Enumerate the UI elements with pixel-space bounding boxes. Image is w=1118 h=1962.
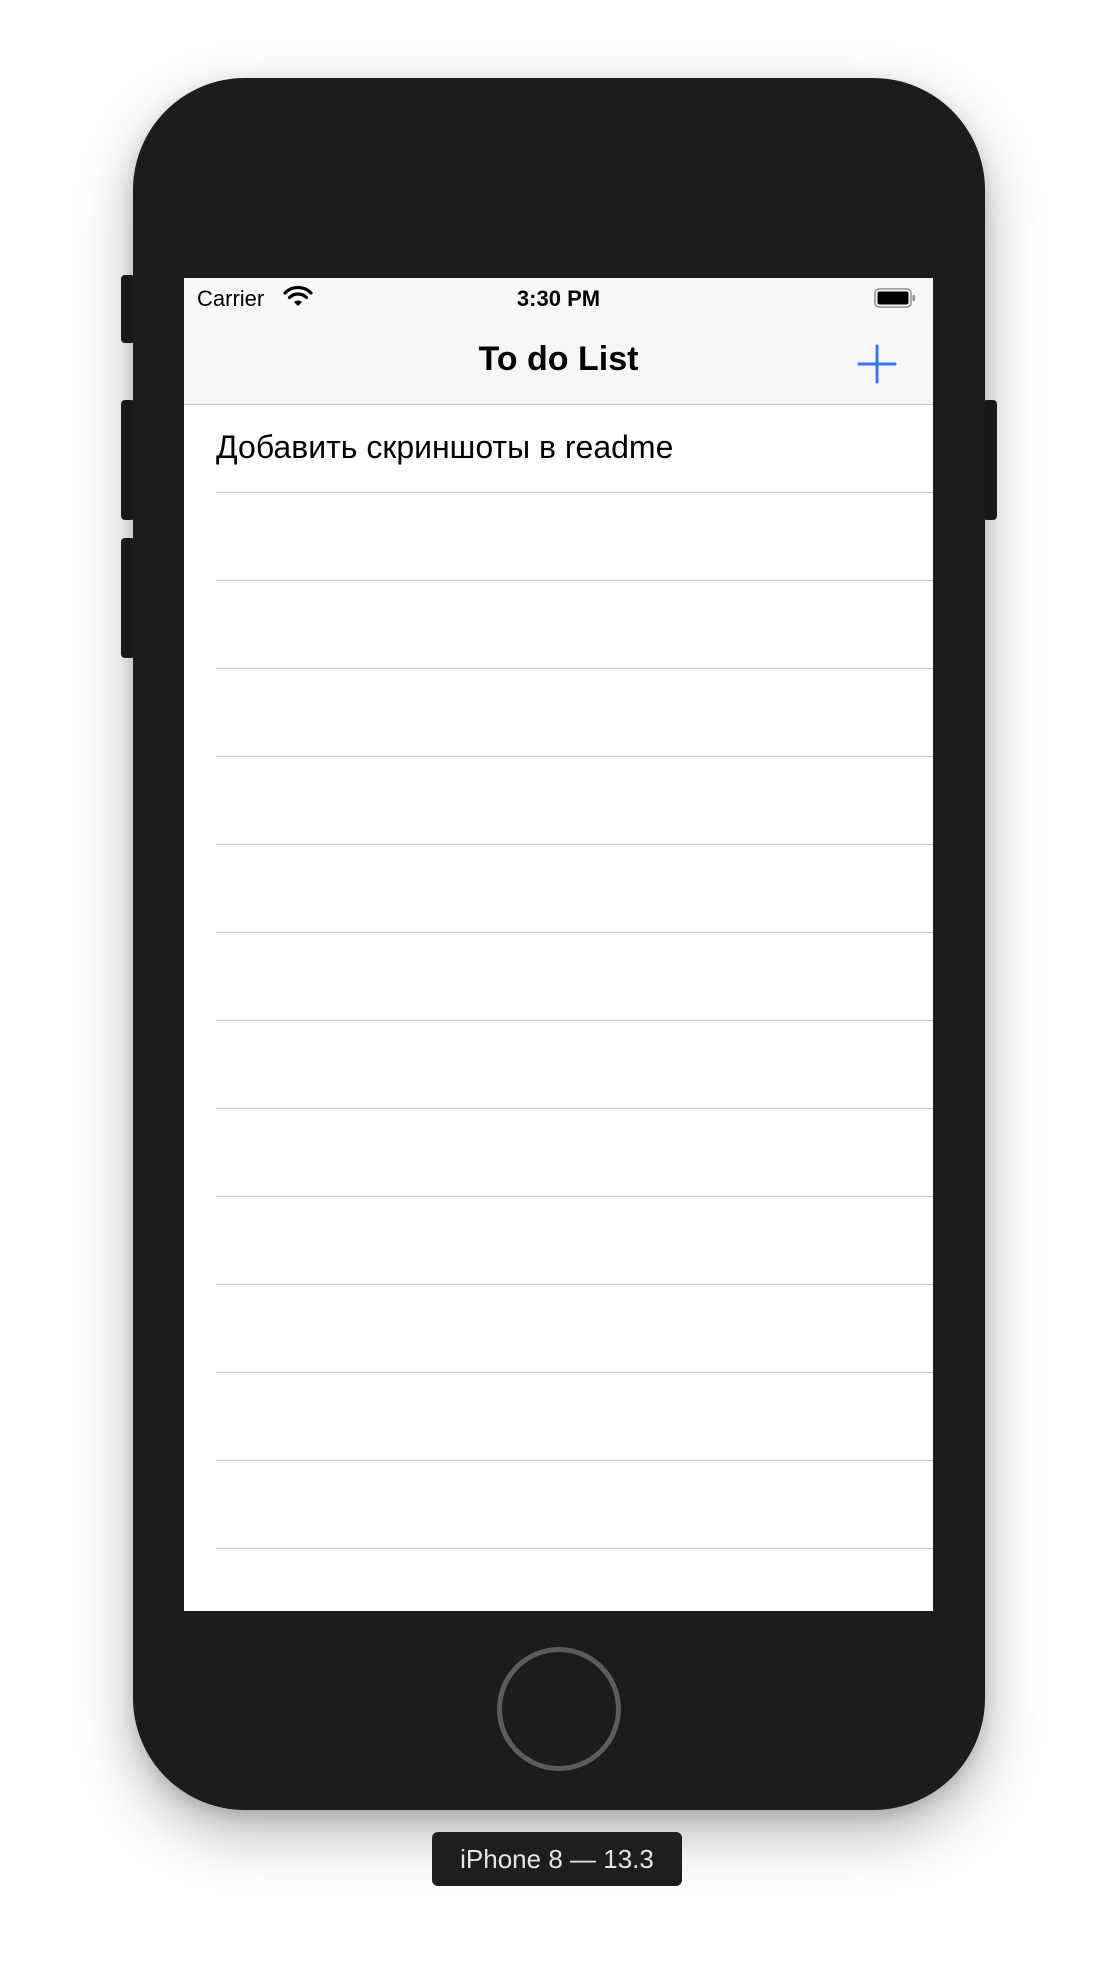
task-row[interactable] (216, 1021, 933, 1109)
device-label: iPhone 8 — 13.3 (432, 1832, 682, 1886)
home-button[interactable] (497, 1647, 621, 1771)
nav-title: To do List (478, 340, 639, 378)
task-row[interactable] (216, 1197, 933, 1285)
task-row[interactable] (216, 493, 933, 581)
app-screen: Carrier 3:30 PM To do List Добавить скри… (184, 278, 933, 1611)
task-row[interactable] (216, 1285, 933, 1373)
navigation-bar: To do List (184, 320, 933, 405)
task-row[interactable] (216, 845, 933, 933)
task-table: Добавить скриншоты в readme (184, 405, 933, 1549)
task-row[interactable] (216, 1373, 933, 1461)
task-row[interactable]: Добавить скриншоты в readme (216, 405, 933, 493)
plus-icon (857, 344, 897, 384)
power-button (983, 400, 997, 520)
task-row[interactable] (216, 1109, 933, 1197)
status-time: 3:30 PM (516, 286, 601, 311)
task-row[interactable] (216, 581, 933, 669)
task-row[interactable] (216, 757, 933, 845)
battery-icon (874, 288, 915, 308)
task-row[interactable] (216, 1461, 933, 1549)
task-label: Добавить скриншоты в readme (216, 429, 674, 465)
task-row[interactable] (216, 933, 933, 1021)
add-task-button[interactable] (855, 342, 899, 386)
task-row[interactable] (216, 669, 933, 757)
status-bar: Carrier 3:30 PM (184, 278, 933, 320)
